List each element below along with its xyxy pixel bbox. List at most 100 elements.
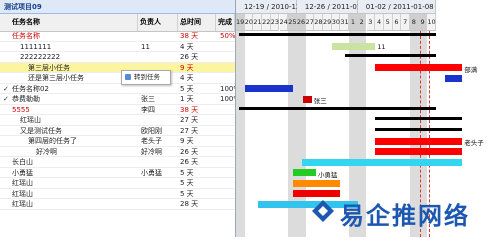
- task-bar[interactable]: [375, 137, 463, 145]
- timeline-day: 2: [357, 14, 367, 31]
- task-resource: 张三: [141, 95, 155, 103]
- task-name: 好冷啊: [36, 147, 57, 156]
- task-row[interactable]: 好冷啊 好冷啊 26 天: [0, 147, 235, 157]
- timeline-day: 10: [427, 14, 437, 31]
- task-percent: [220, 147, 235, 157]
- task-duration: 9 天: [180, 63, 194, 72]
- check-icon: [3, 126, 11, 136]
- task-percent: [220, 115, 235, 125]
- task-resource: [141, 84, 171, 94]
- task-name: 5555: [12, 105, 30, 114]
- timeline-day: 31: [340, 14, 350, 31]
- summary-task-bar[interactable]: [238, 106, 437, 110]
- task-row[interactable]: ✓恭费勒勒 张三 1 天 100%: [0, 94, 235, 105]
- timeline-day: 7: [401, 14, 410, 31]
- timeline-week: 12-19 / 2010-12-25: [236, 0, 312, 14]
- task-duration: 26 天: [180, 147, 199, 156]
- col-header-duration[interactable]: 总时间: [178, 14, 216, 31]
- task-bar-label: 老头子: [464, 139, 484, 147]
- task-row[interactable]: 还是第三层小任务 4 天: [0, 73, 235, 84]
- task-duration: 9 天: [180, 137, 194, 145]
- task-bar[interactable]: [331, 43, 376, 50]
- task-resource: [141, 189, 171, 199]
- task-name: 红瑶山: [12, 189, 33, 198]
- check-icon: ✓: [3, 95, 9, 103]
- timeline-day: 1: [349, 14, 358, 31]
- summary-task-bar[interactable]: [375, 117, 463, 120]
- task-name: 红瑶山: [12, 179, 33, 187]
- check-icon: [3, 73, 11, 83]
- context-menu[interactable]: 转到任务: [121, 70, 171, 85]
- task-bar[interactable]: [444, 74, 463, 82]
- task-duration: 5 天: [180, 84, 194, 93]
- task-percent: [220, 73, 235, 83]
- col-header-name[interactable]: 任务名称: [0, 14, 138, 31]
- task-name: 任务名称: [12, 32, 40, 40]
- timeline-day: 19: [236, 14, 245, 31]
- watermark: 易企推网络: [300, 190, 500, 237]
- task-duration: 27 天: [180, 116, 199, 124]
- task-duration: 1 天: [180, 95, 194, 103]
- task-name: 恭费勒勒: [12, 95, 40, 103]
- task-percent: [220, 105, 235, 115]
- task-row[interactable]: 小勇猛 小勇猛 5 天: [0, 168, 235, 178]
- check-icon: [3, 115, 11, 125]
- timeline-day: 22: [262, 14, 271, 31]
- task-resource: 小勇猛: [141, 168, 162, 177]
- summary-task-bar[interactable]: [344, 54, 437, 57]
- check-icon: [3, 42, 11, 52]
- task-row[interactable]: 长白山 26 天: [0, 157, 235, 168]
- task-row[interactable]: 222222222 26 天: [0, 52, 235, 63]
- check-icon: [3, 105, 11, 115]
- summary-task-bar[interactable]: [238, 33, 437, 36]
- task-bar[interactable]: [302, 95, 312, 103]
- task-resource: [141, 157, 171, 167]
- task-row[interactable]: 红瑶山 5 天: [0, 189, 235, 199]
- task-bar[interactable]: [292, 169, 317, 176]
- task-bar-label: 张三: [313, 97, 327, 105]
- task-bar[interactable]: [302, 158, 463, 166]
- project-title: 测试项目09: [0, 0, 235, 14]
- task-row[interactable]: 任务名称 38 天 50%: [0, 31, 235, 42]
- task-row[interactable]: 5555 李四 38 天: [0, 105, 235, 115]
- watermark-logo-icon: [312, 200, 334, 222]
- task-resource: [141, 52, 171, 62]
- task-resource: [141, 31, 171, 41]
- timeline-day: 5: [383, 14, 393, 31]
- task-percent: 100%: [220, 95, 235, 103]
- task-percent: [220, 42, 235, 52]
- check-icon: [3, 189, 11, 199]
- task-row[interactable]: 红瑶山 28 天: [0, 199, 235, 210]
- col-header-percent[interactable]: 完成: [216, 14, 235, 31]
- task-row[interactable]: ✓任务名称02 5 天 100%: [0, 84, 235, 94]
- task-name: 第四层的任务了: [28, 137, 77, 145]
- context-menu-goto-task[interactable]: 转到任务: [134, 71, 160, 84]
- timeline-day: 27: [305, 14, 315, 31]
- task-row[interactable]: 又是测试任务 欧阳刚 27 天: [0, 126, 235, 136]
- task-row[interactable]: 1111111 11 4 天: [0, 42, 235, 52]
- task-duration: 28 天: [180, 200, 199, 208]
- task-row[interactable]: 红瑶山 5 天: [0, 178, 235, 189]
- summary-task-bar[interactable]: [375, 127, 463, 131]
- timeline-grid-column: [236, 31, 245, 237]
- task-percent: [220, 126, 235, 136]
- task-resource: 好冷啊: [141, 147, 162, 156]
- task-row[interactable]: 第三层小任务 9 天: [0, 62, 235, 73]
- task-row[interactable]: 红瑶山 27 天: [0, 115, 235, 126]
- task-row[interactable]: 第四层的任务了 老头子 9 天: [0, 136, 235, 147]
- task-bar[interactable]: [375, 64, 463, 71]
- task-bar[interactable]: [375, 148, 463, 155]
- timeline-day: 28: [314, 14, 323, 31]
- timeline-day: 26: [296, 14, 306, 31]
- task-resource: 李四: [141, 105, 155, 114]
- task-bar[interactable]: [292, 179, 341, 187]
- task-percent: 100%: [220, 84, 235, 93]
- task-bar[interactable]: [244, 85, 293, 92]
- task-duration: 4 天: [180, 42, 194, 51]
- timeline-day: 20: [244, 14, 254, 31]
- check-icon: [3, 178, 11, 188]
- task-resource: [141, 199, 171, 209]
- task-duration: 4 天: [180, 74, 194, 82]
- col-header-resource[interactable]: 负责人: [138, 14, 178, 31]
- goto-task-icon: [125, 74, 131, 80]
